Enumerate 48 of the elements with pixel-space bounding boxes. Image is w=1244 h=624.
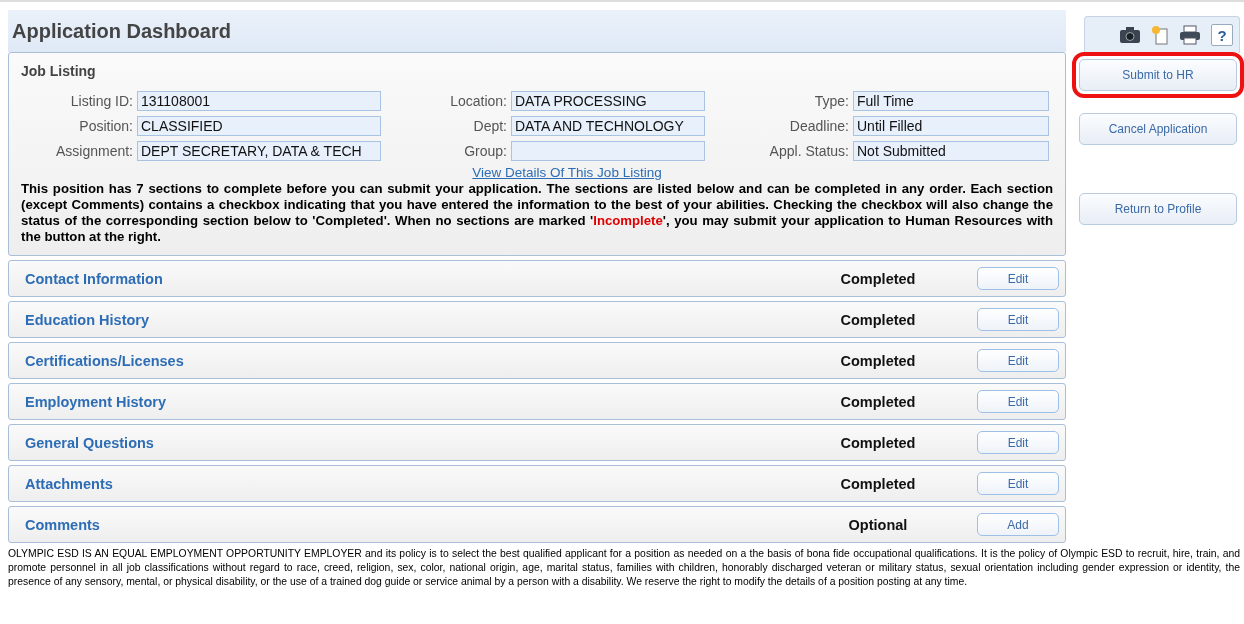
field-label: Position:	[78, 118, 133, 134]
job-details-link[interactable]: View Details Of This Job Listing	[472, 165, 662, 180]
section-action-button[interactable]: Edit	[977, 472, 1059, 495]
section-name: General Questions	[25, 434, 155, 451]
section-action-button[interactable]: Edit	[977, 390, 1059, 413]
field-label: Dept:	[472, 118, 507, 134]
field-value: Until Filled	[853, 116, 1049, 136]
field-value: Full Time	[853, 91, 1049, 111]
field-label: Deadline:	[788, 118, 849, 134]
field-label: Type:	[813, 93, 849, 109]
page-title: Application Dashboard	[12, 19, 231, 43]
field-value: DEPT SECRETARY, DATA & TECH	[137, 141, 381, 161]
field-label: Group:	[463, 143, 507, 159]
field-label: Location:	[449, 93, 507, 109]
section-name: Attachments	[25, 475, 114, 492]
disclaimer-text: OLYMPIC ESD IS AN EQUAL EMPLOYMENT OPPORTUNITY EMPLOYER and its policy is to select the best qualified applicant for a position as needed on a the basis of bona fide occupational qualifications. It is the policy of Olympic ESD to recruit, hire, train, and promote personnel in all job classifications without regard to race, creed, religion, sex, color, national origin, age, marital status, families with children, honorably discharged veteran or military status, sexual orientation including gender expression or identity, the presence of any sensory, mental, or physical disability, or the use of a trained dog guide or service animal by a person with a disability. We reserve the right to modify the details of a position posting at any time.	[8, 547, 1240, 589]
instructions-text: This position has 7 sections to complete before you can submit your application. The sections are listed below and can be completed in any order. Each section (except Comments) contains a checkbox indicating that you have entered the information to the best of your abilities. Checking the checkbox will also change the status of the corresponding section below to 'Completed'. When no sections are marked 'Incomplete', you may submit your application to Human Resources with the button at the right.	[21, 181, 1053, 245]
panel-title: Job Listing	[21, 63, 97, 79]
field-value: Not Submitted	[853, 141, 1049, 161]
field-value: 131108001	[137, 91, 381, 111]
section-name: Certifications/Licenses	[25, 352, 185, 369]
field-label: Appl. Status:	[768, 143, 849, 159]
field-value: DATA PROCESSING	[511, 91, 705, 111]
printer-icon[interactable]	[1179, 25, 1201, 45]
section-name: Education History	[25, 311, 151, 328]
section-action-button[interactable]: Edit	[977, 267, 1059, 290]
camera-icon[interactable]	[1119, 26, 1141, 44]
section-status: Completed	[839, 434, 917, 451]
section-status: Completed	[839, 311, 917, 328]
help-button[interactable]: ?	[1211, 24, 1233, 46]
section-action-button[interactable]: Add	[977, 513, 1059, 536]
section-name: Employment History	[25, 393, 167, 410]
action-button[interactable]: Return to Profile	[1079, 193, 1237, 225]
field-value: DATA AND TECHNOLOGY	[511, 116, 705, 136]
field-value: CLASSIFIED	[137, 116, 381, 136]
section-status: Optional	[847, 516, 909, 533]
section-action-button[interactable]: Edit	[977, 431, 1059, 454]
section-action-button[interactable]: Edit	[977, 349, 1059, 372]
section-status: Completed	[839, 352, 917, 369]
section-status: Completed	[839, 475, 917, 492]
section-name: Comments	[25, 516, 101, 533]
section-name: Contact Information	[25, 270, 164, 287]
field-label: Assignment:	[54, 143, 133, 159]
section-action-button[interactable]: Edit	[977, 308, 1059, 331]
field-label: Listing ID:	[69, 93, 133, 109]
section-status: Completed	[839, 393, 917, 410]
section-status: Completed	[839, 270, 917, 287]
action-button[interactable]: Cancel Application	[1079, 113, 1237, 145]
